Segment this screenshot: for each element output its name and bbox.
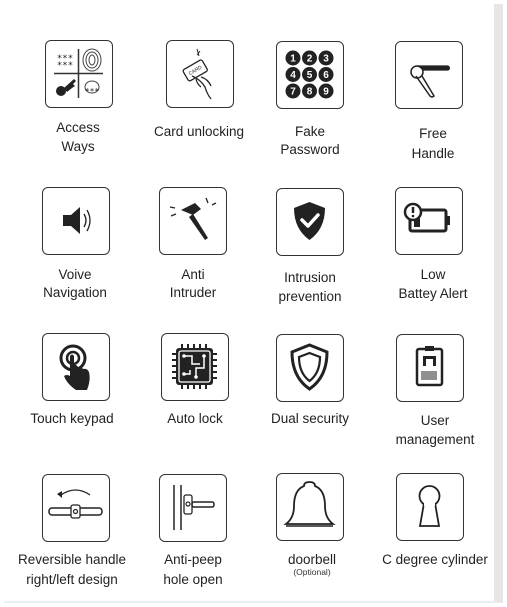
id-badge-icon: [396, 334, 464, 402]
feature-label-line2: right/left design: [26, 572, 118, 587]
feature-optional-note: (Optional): [293, 567, 331, 577]
feature-label: Access: [56, 120, 100, 135]
card-hand-icon: CARD: [166, 40, 234, 108]
bell-icon: [276, 473, 344, 541]
speaker-icon: [42, 187, 110, 255]
keypad-digit-6: 6: [323, 70, 329, 81]
feature-label: Fake: [294, 124, 325, 139]
svg-text:***: ***: [85, 87, 100, 96]
feature-label: Intrusion: [284, 270, 336, 285]
feature-label-line2: Ways: [61, 139, 95, 154]
keypad-digit-7: 7: [290, 87, 296, 98]
feature-label-line2: prevention: [278, 289, 342, 304]
feature-label-line2: Intruder: [169, 285, 217, 300]
fingerprint-keypad-key-icon: *** *** ***: [45, 40, 113, 108]
feature-label: Card unlocking: [153, 124, 245, 139]
feature-label-line2: Password: [280, 142, 340, 157]
handle-icon: [395, 41, 463, 109]
features-panel: *** *** *** Access Ways CARD Card unlock…: [4, 4, 503, 603]
number-keypad-icon: 123 456 789: [276, 41, 344, 109]
feature-label: Dual security: [270, 411, 350, 426]
feature-label-line2: Navigation: [43, 285, 107, 300]
hammer-icon: [159, 187, 227, 255]
feature-label: Auto lock: [167, 411, 223, 426]
feature-label: C degree cylinder: [382, 552, 488, 567]
feature-label: Reversible handle: [17, 552, 127, 567]
keypad-digit-1: 1: [290, 54, 296, 65]
feature-label: Free: [419, 126, 447, 141]
shield-check-icon: [276, 188, 344, 256]
chip-icon: [161, 333, 229, 401]
double-shield-icon: [276, 334, 344, 402]
keypad-digit-5: 5: [307, 70, 313, 81]
feature-label: Anti-peep: [164, 552, 222, 567]
feature-label: User: [420, 413, 450, 428]
feature-label-line2: management: [395, 432, 475, 447]
feature-label: Touch keypad: [30, 411, 114, 426]
reversible-handle-icon: [42, 474, 110, 542]
keypad-digit-8: 8: [307, 87, 313, 98]
feature-label: Low: [420, 267, 446, 282]
keypad-digit-9: 9: [323, 87, 329, 98]
keypad-digit-4: 4: [290, 70, 296, 81]
feature-label-line2: Handle: [411, 146, 455, 161]
peep-hole-handle-icon: [159, 474, 227, 542]
feature-label-line2: Battey Alert: [398, 286, 468, 301]
keyhole-icon: [396, 473, 464, 541]
feature-label: Anti: [181, 267, 205, 282]
svg-text:***: ***: [57, 61, 73, 71]
feature-label: Voive: [58, 267, 92, 282]
touch-finger-icon: [42, 333, 110, 401]
keypad-digit-3: 3: [323, 54, 329, 65]
keypad-digit-2: 2: [307, 54, 313, 65]
low-battery-icon: [395, 187, 463, 255]
feature-label-line2: hole open: [163, 572, 223, 587]
